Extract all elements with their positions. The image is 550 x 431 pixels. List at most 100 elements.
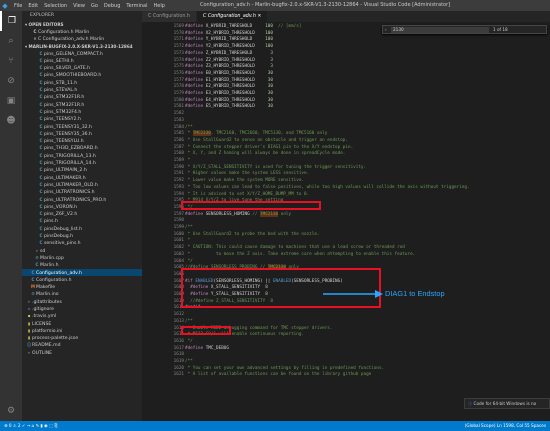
code-line: #define Z_HYBRID_THRESHOLD 3	[185, 50, 273, 56]
file-name: pins_GELENA_COMPACT.h	[44, 51, 103, 57]
open-editor-item[interactable]: C Configuration.h Marlin	[22, 28, 142, 35]
activity-bar: ❐ ⌕ ⑂ ⊘ ▣ ☻ ⚙	[0, 11, 22, 421]
file-tree-item[interactable]: Cpins_ULTIMAKER_OLD.h	[22, 181, 142, 188]
code-line: * to move the Z axis. Take extreme care …	[185, 251, 416, 257]
status-right[interactable]: (Global Scope) Ln 1598, Col 55 Spaces	[465, 421, 546, 431]
file-tree-item[interactable]: Cpins_TRIGORILLA_13.h	[22, 152, 142, 159]
menu-item-debug[interactable]: Debug	[104, 3, 120, 9]
search-icon[interactable]: ⌕	[0, 31, 22, 51]
open-editor-label: Configuration.h Marlin	[38, 30, 90, 35]
line-number: 1615	[173, 332, 184, 338]
file-name: process-palette.json	[32, 336, 79, 342]
menu-item-terminal[interactable]: Terminal	[126, 3, 147, 9]
file-tree-item[interactable]: › .gitattributes	[22, 298, 142, 305]
line-number: 1572	[173, 44, 184, 50]
file-tree-item[interactable]: Cpins_ULTRATRONICS.h	[22, 188, 142, 195]
platformio-icon[interactable]: ☻	[0, 111, 22, 131]
code-line: */	[185, 338, 193, 344]
find-input[interactable]: 2130	[391, 27, 489, 33]
file-tree-item[interactable]: Cpins_ULTIMAKER.h	[22, 174, 142, 181]
file-tree-item[interactable]: ▪ .travis.yml	[22, 312, 142, 319]
file-name: pins_STEVAL.h	[44, 88, 78, 94]
file-tree-item[interactable]: Cpins_STM32F4.h	[22, 108, 142, 115]
file-name: Marlin.ino	[36, 292, 59, 298]
file-name: pins_STM32F4.h	[44, 109, 82, 115]
file-tree-item[interactable]: Cpins_TEENSY2.h	[22, 115, 142, 122]
file-tree-item[interactable]: Cpins_TRIGORILLA_14.h	[22, 159, 142, 166]
file-tree-item[interactable]: ▮ platformio.ini	[22, 327, 142, 334]
code-line: * Use StallGuard2 to probe the bed with …	[185, 231, 320, 237]
menu-item-view[interactable]: View	[73, 3, 85, 9]
menu-item-help[interactable]: Help	[154, 3, 165, 9]
file-name: pins_VORON.h	[44, 204, 78, 210]
extensions-icon[interactable]: ▣	[0, 91, 22, 111]
file-tree-item[interactable]: › OUTLINE	[22, 349, 142, 356]
file-tree-item[interactable]: Cpins_ULTRATRONICS_PRO.h	[22, 196, 142, 203]
file-tree-item[interactable]: MMakefile	[22, 283, 142, 290]
files-icon[interactable]: ❐	[0, 11, 22, 31]
notification-text: Code for 64-bit Windows is no	[473, 401, 537, 406]
file-tree-item[interactable]: C Configuration.h	[22, 276, 142, 283]
file-tree-item[interactable]: C Marlin.h	[22, 261, 142, 268]
file-tree-item[interactable]: Cpins_SMOOTHIEBOARD.h	[22, 71, 142, 78]
project-section[interactable]: ▾ MARLIN-BUGFIX-2.0.X-SKR-V1.3-2130-1286…	[22, 43, 142, 50]
status-bar: ⊗ 0 ⚠ 2 ✓ → ⌂ ✎ ▮ ◉ ⬚ ⎘ (Global Scope) L…	[0, 421, 550, 431]
notification-toast[interactable]: ⓘ Code for 64-bit Windows is no	[464, 398, 550, 409]
menu-item-go[interactable]: Go	[91, 3, 98, 9]
editor-area: C Configuration.h C Configuration_adv.h ✕…	[142, 11, 550, 421]
file-tree-item[interactable]: ▮ process-palette.json	[22, 334, 142, 341]
open-editors-section[interactable]: ▾ OPEN EDITORS	[22, 21, 142, 28]
file-tree-item[interactable]: › sd	[22, 247, 142, 254]
code-line: * Too low values can lead to false posit…	[185, 184, 470, 190]
expand-icon[interactable]: ›	[385, 27, 387, 32]
code-view[interactable]: 1569 #define X_HYBRID_THRESHOLD 100 // [m…	[142, 22, 550, 421]
code-line: *	[185, 158, 191, 163]
file-tree-item[interactable]: Cpins_SILVER_GATE.h	[22, 64, 142, 71]
file-tree-item[interactable]: Cpins_TEENSY31_32.h	[22, 123, 142, 130]
file-tree-item[interactable]: ▮ LICENSE	[22, 320, 142, 327]
file-name: pins_Z6F_V2.h	[44, 212, 78, 218]
file-tree-item[interactable]: Cpins_ULTIMAIN_2.h	[22, 166, 142, 173]
file-tree-item[interactable]: Cpins.h	[22, 217, 142, 224]
file-tree-item[interactable]: CpinsDebug_list.h	[22, 225, 142, 232]
settings-gear-icon[interactable]: ⚙	[0, 401, 22, 421]
line-number: 1602	[173, 245, 184, 251]
line-number: 1592	[173, 178, 184, 184]
line-number: 1575	[173, 64, 184, 70]
file-tree-item[interactable]: Cpins_GELENA_COMPACT.h	[22, 50, 142, 57]
menu-item-file[interactable]: File	[14, 3, 22, 9]
file-tree-item[interactable]: ◆.gitignore	[22, 305, 142, 312]
editor-tab-1[interactable]: C Configuration.h	[142, 11, 197, 22]
file-tree-item[interactable]: Cpins_STEVAL.h	[22, 86, 142, 93]
file-tree-item[interactable]: Cpins_TH3D_EZBOARD.h	[22, 144, 142, 151]
line-number: 1608	[173, 285, 184, 291]
file-tree-item[interactable]: Cpins_Z6F_V2.h	[22, 210, 142, 217]
file-tree-item[interactable]: CpinsDebug.h	[22, 232, 142, 239]
file-name: pins_TEENSY35_36.h	[44, 131, 92, 137]
editor-tab-2[interactable]: C Configuration_adv.h ✕	[196, 11, 269, 22]
line-number: 1569	[173, 24, 184, 29]
file-name: Configuration.h	[36, 277, 72, 283]
status-left[interactable]: ⊗ 0 ⚠ 2 ✓ → ⌂ ✎ ▮ ◉ ⬚ ⎘	[4, 421, 58, 431]
file-tree-item[interactable]: Csensitive_pins.h	[22, 239, 142, 246]
open-editor-item[interactable]: ✕C Configuration_adv.h Marlin	[22, 35, 142, 42]
file-tree-item[interactable]: Cpins_STB_11.h	[22, 79, 142, 86]
file-tree-item[interactable]: Cpins_SETHI.h	[22, 57, 142, 64]
file-tree-item[interactable]: ⚙Marlin.ino	[22, 290, 142, 297]
file-tree-item[interactable]: ⓘREADME.md	[22, 341, 142, 348]
code-line: /**	[185, 225, 193, 230]
file-tree-item[interactable]: ⚙Marlin.cpp	[22, 254, 142, 261]
file-tree-item[interactable]: Cpins_VORON.h	[22, 203, 142, 210]
file-tree-item[interactable]: C Configuration_adv.h	[22, 268, 142, 276]
source-control-icon[interactable]: ⑂	[0, 51, 22, 71]
file-name: pins_ULTRATRONICS.h	[44, 190, 95, 196]
menu-item-selection[interactable]: Selection	[44, 3, 67, 9]
file-tree-item[interactable]: Cpins_TEENSY35_36.h	[22, 130, 142, 137]
debug-icon[interactable]: ⊘	[0, 71, 22, 91]
file-tree-item[interactable]: Cpins_TEENSYLU.h	[22, 137, 142, 144]
file-name: pins_TH3D_EZBOARD.h	[44, 146, 98, 152]
menu-item-edit[interactable]: Edit	[28, 3, 38, 9]
line-number: 1605	[173, 265, 184, 271]
file-tree-item[interactable]: Cpins_STM32F1R.h	[22, 93, 142, 100]
file-tree-item[interactable]: Cpins_STM32F1R.h	[22, 101, 142, 108]
